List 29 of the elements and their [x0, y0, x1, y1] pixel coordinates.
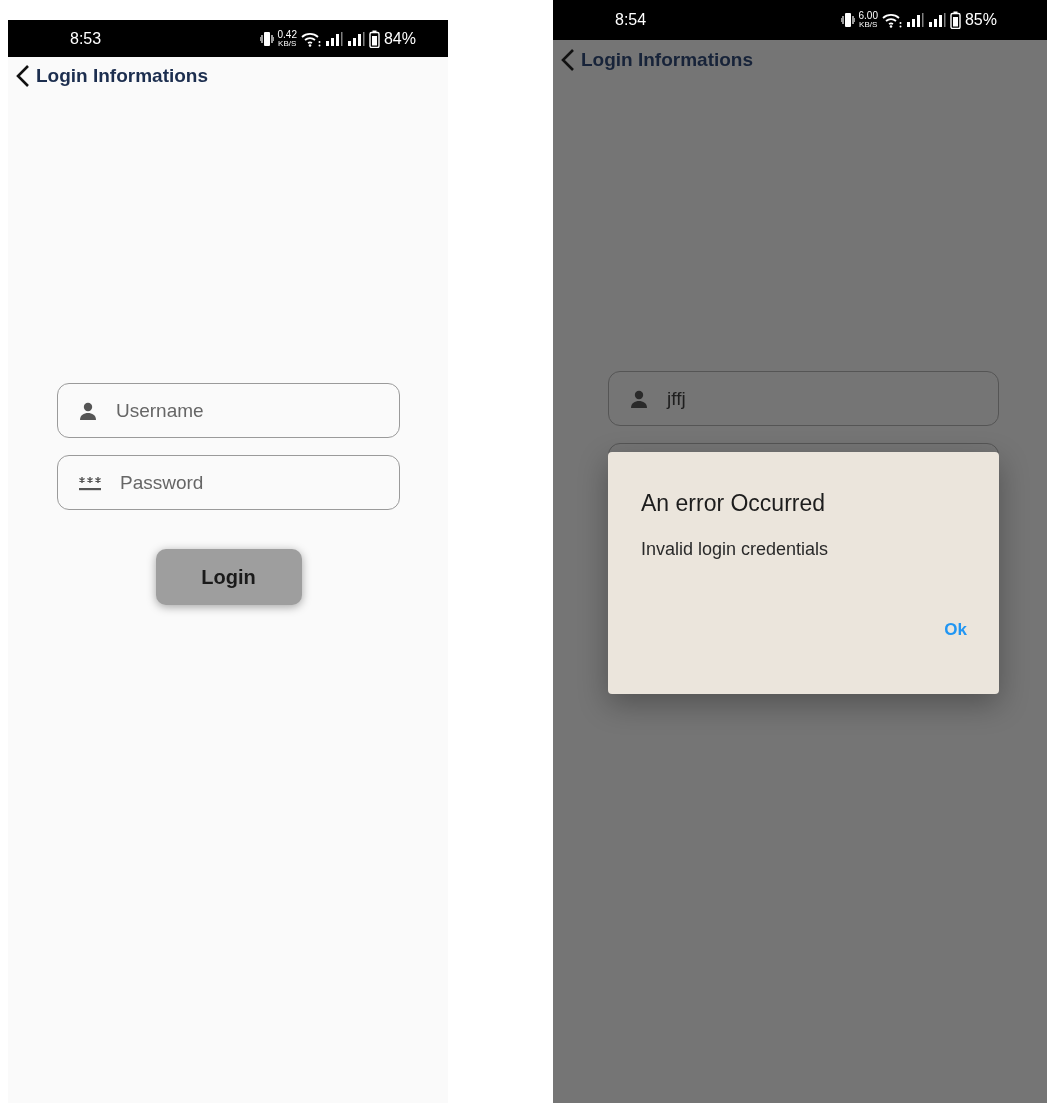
clock-time: 8:54 — [615, 11, 647, 29]
wifi-icon — [881, 12, 902, 28]
signal-icon — [346, 31, 365, 46]
clock-time: 8:53 — [70, 29, 102, 48]
wifi-icon — [300, 30, 321, 47]
vibrate-icon — [840, 12, 855, 28]
battery-icon — [368, 29, 380, 48]
person-icon — [78, 400, 98, 421]
login-button[interactable]: Login — [155, 549, 302, 605]
data-speed: 0.42 — [277, 29, 297, 40]
dialog-title: An error Occurred — [641, 490, 827, 517]
battery-icon — [949, 11, 961, 29]
battery-level: 85% — [964, 11, 997, 29]
data-speed: 6.00 — [858, 11, 878, 21]
username-field[interactable]: Username — [57, 383, 400, 438]
person-icon — [629, 388, 649, 409]
data-speed-unit: KB/S — [278, 39, 297, 48]
dialog-message: Invalid login credentials — [641, 539, 830, 560]
screen-title: Login Informations — [36, 65, 209, 87]
screen-title: Login Informations — [581, 49, 754, 71]
back-button[interactable] — [16, 64, 30, 88]
vibrate-icon — [259, 30, 274, 47]
password-field[interactable]: Password — [57, 455, 400, 510]
username-field[interactable]: jffj — [608, 371, 999, 426]
signal-icon — [324, 31, 343, 46]
battery-level: 84% — [383, 29, 416, 48]
signal-icon — [905, 13, 924, 27]
data-speed-unit: KB/S — [859, 21, 878, 29]
signal-icon — [927, 13, 946, 27]
